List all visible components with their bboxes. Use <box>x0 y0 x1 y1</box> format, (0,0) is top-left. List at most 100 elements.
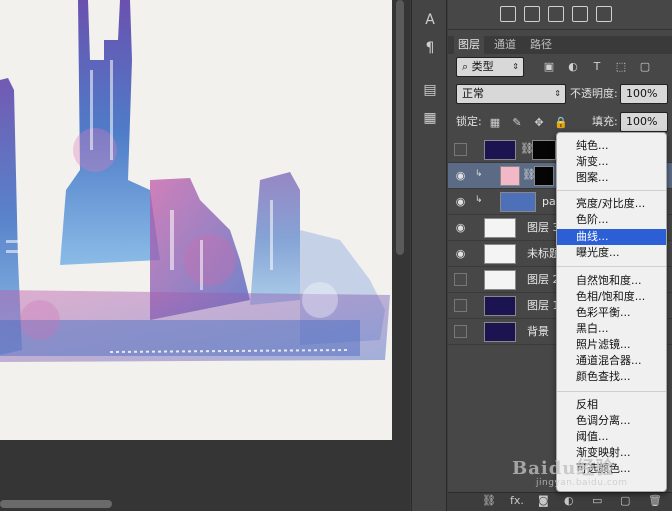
shape-filter-icon[interactable]: ⬚ <box>614 60 628 74</box>
adjustment-layer-menu: 纯色... 渐变... 图案... 亮度/对比度... 色阶... 曲线... … <box>556 132 667 492</box>
menu-item-levels[interactable]: 色阶... <box>557 212 666 228</box>
watercolor-skyline-artwork <box>0 0 390 362</box>
fill-label: 填充: <box>592 115 618 128</box>
paragraph-icon[interactable]: ¶ <box>420 38 440 58</box>
layer-filter-select[interactable]: ⌕ 类型 ⇕ <box>456 57 524 77</box>
opacity-label: 不透明度: <box>570 87 618 100</box>
layer-thumbnail <box>484 296 516 316</box>
horizontal-scrollbar[interactable] <box>0 500 112 508</box>
menu-item-pattern[interactable]: 图案... <box>557 170 666 186</box>
notes-icon[interactable]: ▦ <box>420 108 440 128</box>
layer-mask-thumbnail <box>532 140 556 160</box>
tab-paths[interactable]: 路径 <box>526 36 556 54</box>
vertical-scrollbar[interactable] <box>396 0 404 255</box>
menu-item-gradient[interactable]: 渐变... <box>557 154 666 170</box>
updown-arrow-icon: ⇕ <box>512 62 519 71</box>
gradient-map-icon[interactable] <box>548 6 564 22</box>
menu-item-color-balance[interactable]: 色彩平衡... <box>557 305 666 321</box>
menu-separator <box>557 266 666 267</box>
search-icon: ⌕ <box>462 60 472 73</box>
clip-arrow-icon: ↳ <box>475 169 483 179</box>
menu-item-color-lookup[interactable]: 颜色查找... <box>557 369 666 385</box>
layer-name: 图层 3 <box>527 221 560 234</box>
fill-value: 100% <box>626 115 658 128</box>
menu-item-threshold[interactable]: 阈值... <box>557 429 666 445</box>
adjustment-filter-icon[interactable]: ◐ <box>566 60 580 74</box>
photoshop-window: A ¶ ▤ ▦ 图层 通道 路径 ⌕ 类型 ⇕ ▣ ◐ T ⬚ ▢ 正常 ⇕ 不… <box>0 0 672 511</box>
clip-arrow-icon: ↳ <box>475 195 483 205</box>
layer-thumbnail <box>500 166 520 186</box>
layer-name: 背景 <box>527 325 549 338</box>
watermark-logo: Baidu经验 <box>512 458 615 479</box>
link-layers-icon[interactable]: ⛓ <box>482 494 496 507</box>
visibility-toggle[interactable] <box>454 299 467 312</box>
blend-mode-select[interactable]: 正常 ⇕ <box>456 84 566 104</box>
exposure-icon[interactable] <box>524 6 540 22</box>
menu-item-invert[interactable]: 反相 <box>557 397 666 413</box>
layer-mask-thumbnail <box>534 166 554 186</box>
menu-item-brightness-contrast[interactable]: 亮度/对比度... <box>557 196 666 212</box>
panel-icon-column: A ¶ ▤ ▦ <box>411 0 447 511</box>
layer-name: 图层 2 <box>527 273 560 286</box>
menu-separator <box>557 391 666 392</box>
fx-button[interactable]: fx. <box>510 494 524 507</box>
canvas-area[interactable] <box>0 0 410 511</box>
type-filter-icon[interactable]: T <box>590 60 604 74</box>
opacity-value: 100% <box>626 87 658 100</box>
invert-icon[interactable] <box>596 6 612 22</box>
layers-bottom-bar: ⛓ fx. ◙ ◐ ▭ ▢ 🗑 <box>448 492 672 511</box>
menu-item-solid-color[interactable]: 纯色... <box>557 138 666 154</box>
lock-position-icon[interactable]: ✥ <box>532 116 546 130</box>
eye-icon[interactable]: ◉ <box>454 169 467 182</box>
layer-thumbnail <box>500 192 536 212</box>
panel-tabs: 图层 通道 路径 <box>448 36 672 54</box>
visibility-toggle[interactable] <box>454 325 467 338</box>
eye-icon[interactable]: ◉ <box>454 247 467 260</box>
blend-mode-value: 正常 <box>462 87 484 100</box>
tab-layers[interactable]: 图层 <box>454 36 484 54</box>
menu-item-posterize[interactable]: 色调分离... <box>557 413 666 429</box>
menu-item-photo-filter[interactable]: 照片滤镜... <box>557 337 666 353</box>
lock-image-pixels-icon[interactable]: ✎ <box>510 116 524 130</box>
layer-name: 图层 1 <box>527 299 560 312</box>
new-adjustment-layer-icon[interactable]: ◐ <box>564 494 574 507</box>
updown-arrow-icon: ⇕ <box>554 89 561 98</box>
filter-kind-value: 类型 <box>471 60 494 73</box>
layer-thumbnail <box>484 218 516 238</box>
layer-name: pa <box>542 195 556 208</box>
menu-item-curves[interactable]: 曲线... <box>557 229 666 245</box>
layer-thumbnail <box>484 140 516 160</box>
eye-icon[interactable]: ◉ <box>454 195 467 208</box>
smart-object-filter-icon[interactable]: ▢ <box>638 60 652 74</box>
menu-separator <box>557 190 666 191</box>
visibility-toggle[interactable] <box>454 273 467 286</box>
menu-item-vibrance[interactable]: 自然饱和度... <box>557 273 666 289</box>
visibility-toggle[interactable] <box>454 143 467 156</box>
fill-input[interactable]: 100% <box>620 112 668 132</box>
lock-all-icon[interactable]: 🔒 <box>554 116 568 130</box>
baidu-watermark: Baidu经验 jingyan.baidu.com <box>504 452 664 492</box>
layer-thumbnail <box>484 244 516 264</box>
add-mask-icon[interactable]: ◙ <box>538 494 549 507</box>
character-icon[interactable]: A <box>420 10 440 30</box>
history-icon[interactable]: ▤ <box>420 80 440 100</box>
menu-item-channel-mixer[interactable]: 通道混合器... <box>557 353 666 369</box>
layer-thumbnail <box>484 322 516 342</box>
tab-channels[interactable]: 通道 <box>490 36 520 54</box>
menu-item-exposure[interactable]: 曝光度... <box>557 245 666 261</box>
watermark-url: jingyan.baidu.com <box>536 478 628 488</box>
opacity-input[interactable]: 100% <box>620 84 668 104</box>
levels-icon[interactable] <box>500 6 516 22</box>
lock-label: 锁定: <box>456 115 482 128</box>
document-canvas[interactable] <box>0 0 392 440</box>
layer-thumbnail <box>484 270 516 290</box>
new-group-icon[interactable]: ▭ <box>592 494 602 507</box>
lock-transparent-pixels-icon[interactable]: ▦ <box>488 116 502 130</box>
pixel-filter-icon[interactable]: ▣ <box>542 60 556 74</box>
new-layer-icon[interactable]: ▢ <box>620 494 630 507</box>
delete-layer-icon[interactable]: 🗑 <box>648 494 662 507</box>
menu-item-hue-saturation[interactable]: 色相/饱和度... <box>557 289 666 305</box>
selective-color-icon[interactable] <box>572 6 588 22</box>
eye-icon[interactable]: ◉ <box>454 221 467 234</box>
menu-item-black-white[interactable]: 黑白... <box>557 321 666 337</box>
